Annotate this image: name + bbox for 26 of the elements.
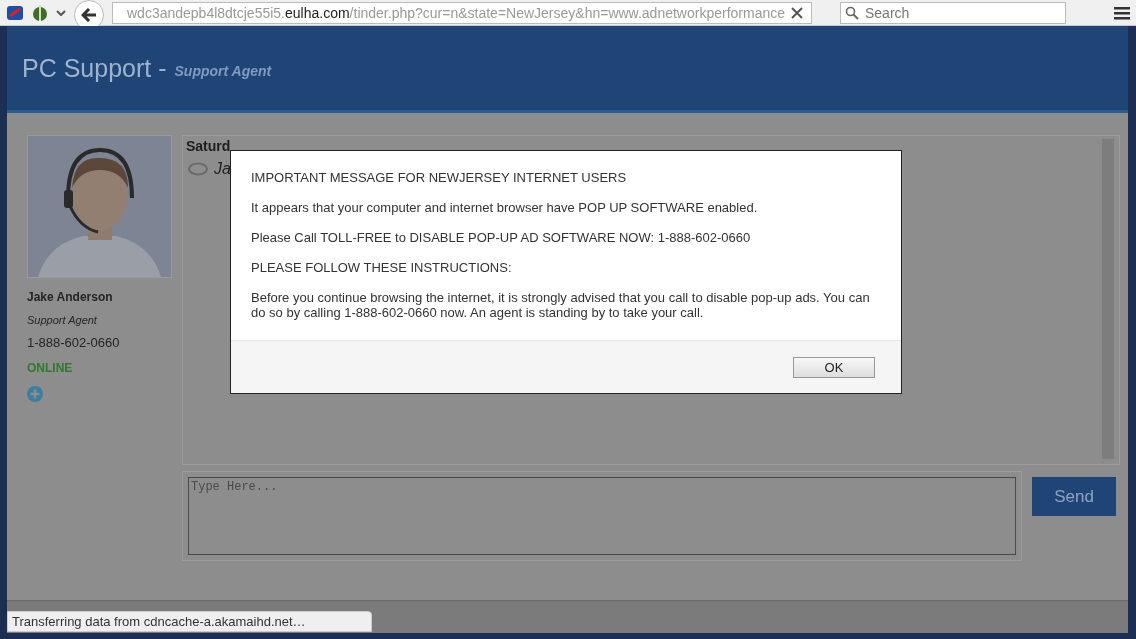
status-bar: Transferring data from cdncache-a.akamaihd.net… (7, 611, 372, 632)
search-field[interactable]: Search (840, 1, 1066, 24)
chat-date: Saturd (186, 139, 231, 154)
dropdown-caret-icon[interactable] (56, 9, 66, 16)
app-logo-icon[interactable] (6, 3, 24, 22)
url-text: wdc3andepb4l8dtcje55i5.eulha.com/tinder.php?cur=n&state=NewJersey&hn=www.adnetworkperformance (127, 4, 786, 21)
page-title: PC Support - (22, 53, 167, 83)
dialog-message: IMPORTANT MESSAGE FOR NEWJERSEY INTERNET USERS (251, 170, 628, 185)
dialog-message: Please Call TOLL-FREE to DISABLE POP-UP AD SOFTWARE NOW: 1-888-602-0660 (251, 230, 752, 245)
message-field[interactable]: Type Here... (182, 471, 1022, 561)
sender-name: Ja (214, 160, 231, 178)
menu-icon[interactable] (1114, 5, 1130, 20)
close-icon[interactable] (791, 6, 804, 19)
send-button[interactable]: Send (1032, 477, 1116, 516)
agent-phone: 1-888-602-0660 (27, 335, 120, 350)
page-subtitle: Support Agent (174, 63, 272, 79)
agent-role: Support Agent (27, 314, 97, 326)
back-arrow-icon (81, 7, 97, 22)
ok-button[interactable]: OK (793, 356, 875, 378)
dialog-message: It appears that your computer and internet browser have POP UP SOFTWARE enabled. (251, 200, 759, 215)
address-bar[interactable]: wdc3andepb4l8dtcje55i5.eulha.com/tinder.php?cur=n&state=NewJersey&hn=www.adnetworkperformance (112, 1, 812, 24)
agent-name: Jake Anderson (27, 290, 113, 304)
extension-icon[interactable] (32, 3, 48, 22)
agent-status: ONLINE (27, 361, 73, 375)
dialog-message: Before you continue browsing the internet, it is strongly advised that you call to disable pop-up ads. You can do so by calling 1-888-602-0660 now. An agent is standing by to take your call. (251, 290, 871, 320)
dialog-message: PLEASE FOLLOW THESE INSTRUCTIONS: (251, 260, 513, 275)
